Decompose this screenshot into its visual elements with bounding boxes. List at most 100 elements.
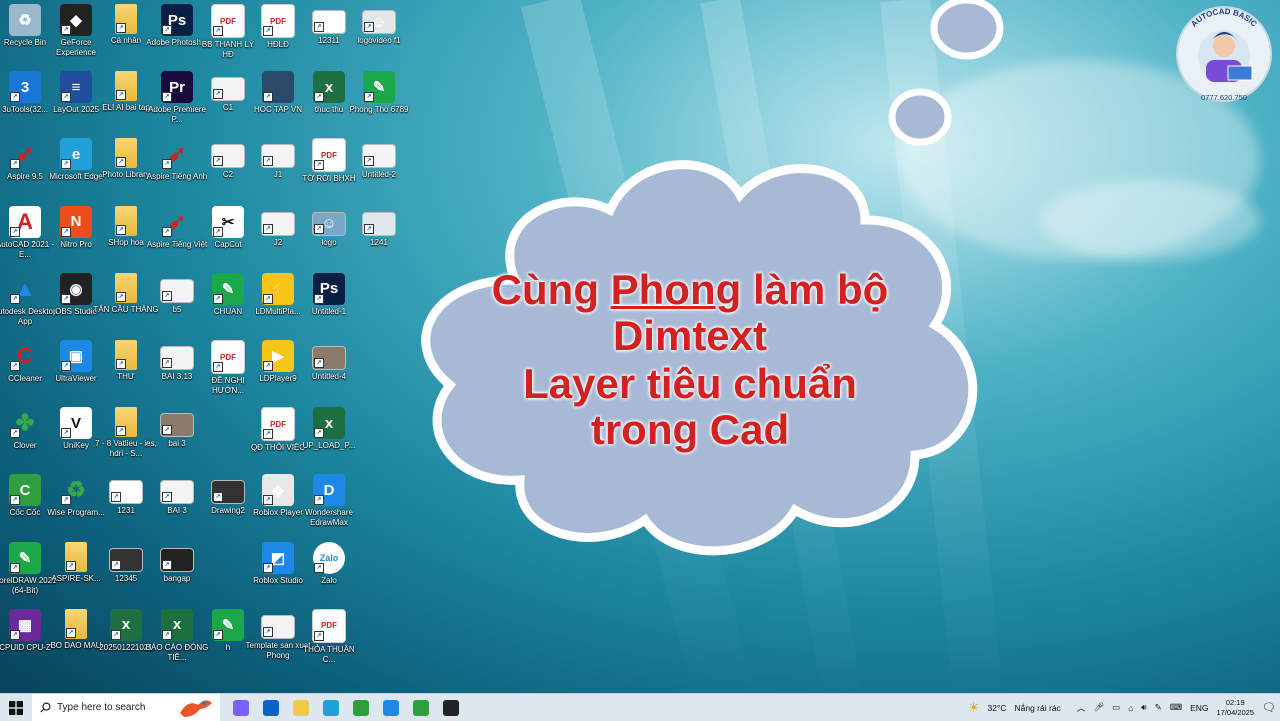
autodesk-icon: ▲ ↗ xyxy=(9,273,41,305)
recycle-bin-icon: ♻ xyxy=(9,4,41,36)
start-button[interactable] xyxy=(0,694,32,721)
shortcut-arrow-icon: ↗ xyxy=(111,629,121,640)
desktop-icon-label: UP_LOAD_P... xyxy=(302,441,356,451)
image-icon: ↗ xyxy=(211,144,245,169)
thought-bubble-top xyxy=(930,0,1004,60)
image-icon: ↗ xyxy=(261,211,295,236)
desktop-icon-label: logovideo f1 xyxy=(357,36,401,45)
obs-icon: ◉ ↗ xyxy=(60,272,92,305)
title-line-4: trong Cad xyxy=(590,406,790,453)
network-icon[interactable]: ⌂ xyxy=(1128,703,1133,713)
coccoc-icon: C ↗ xyxy=(9,474,41,507)
desktop-icon[interactable]: ↗ bai 3 xyxy=(144,407,210,449)
weather-temp[interactable]: 32°C xyxy=(988,703,1007,713)
desktop-icon-label: bai 3 xyxy=(168,439,186,449)
outlook-icon xyxy=(263,699,279,716)
microphone-icon[interactable]: 🎤︎ xyxy=(1093,702,1104,713)
shortcut-arrow-icon: ↗ xyxy=(364,92,374,103)
shortcut-arrow-icon: ↗ xyxy=(263,429,273,440)
taskbar-app-button[interactable] xyxy=(436,694,466,721)
excel-icon: x ↗ xyxy=(110,608,142,641)
taskbar-app-button[interactable] xyxy=(346,694,376,721)
volume-icon[interactable]: 🔊︎ xyxy=(1141,702,1146,713)
shortcut-arrow-icon: ↗ xyxy=(66,627,76,638)
taskbar-app-button[interactable] xyxy=(376,694,406,721)
photoshop-icon: Ps ↗ xyxy=(161,4,193,36)
desktop-icon[interactable]: Ps ↗ Untitled-1 xyxy=(296,272,362,317)
ldplayer-icon: ⚡ ↗ xyxy=(262,272,294,305)
image-icon: ↗ xyxy=(160,278,194,303)
edge-icon: e ↗ xyxy=(60,138,92,171)
folder-icon: ↗ xyxy=(115,340,137,370)
folder-icon: ↗ xyxy=(65,608,87,639)
shortcut-arrow-icon: ↗ xyxy=(61,92,71,103)
taskbar-app-button[interactable] xyxy=(286,694,316,721)
display-icon[interactable]: ▭ xyxy=(1112,702,1120,713)
shortcut-arrow-icon: ↗ xyxy=(314,495,324,506)
weather-icon[interactable]: ☀ xyxy=(968,700,980,716)
taskbar-app-button[interactable] xyxy=(406,694,436,721)
desktop-icon[interactable]: x ↗ UP_LOAD_P... xyxy=(296,407,362,451)
image-icon: ↗ xyxy=(211,77,245,102)
shortcut-arrow-icon: ↗ xyxy=(263,626,273,637)
shortcut-arrow-icon: ↗ xyxy=(111,492,121,503)
shortcut-arrow-icon: ↗ xyxy=(61,226,71,237)
thought-bubble-small xyxy=(888,88,952,146)
notification-icon[interactable]: 🗨︎ xyxy=(1262,701,1276,714)
clock[interactable]: 02:19 17/04/2025 xyxy=(1216,698,1254,718)
screen-recorder-icon xyxy=(443,699,459,716)
zalo-icon xyxy=(383,699,399,716)
desktop-icon[interactable]: ✎ ↗ Phong Tho 6789 xyxy=(346,71,412,115)
3utools-icon: 3 ↗ xyxy=(9,71,41,104)
autocad-icon: A ↗ xyxy=(9,205,41,238)
language-indicator[interactable]: ENG xyxy=(1190,703,1208,713)
ultraviewer-icon: ▣ ↗ xyxy=(60,340,92,372)
taskbar-app-button[interactable] xyxy=(226,694,256,721)
pdf-icon: PDF ↗ xyxy=(211,4,245,38)
cpuz-icon: ▦ ↗ xyxy=(9,608,41,641)
title-name-underlined: Phong xyxy=(610,266,742,313)
chevron-up-icon[interactable]: ︿ xyxy=(1077,702,1086,714)
layout-icon: ≡ ↗ xyxy=(60,71,92,104)
desktop-icon[interactable]: ↗ bangap xyxy=(144,542,210,584)
taskbar-app-button[interactable] xyxy=(316,694,346,721)
desktop-icon[interactable]: Zalo ↗ Zalo xyxy=(296,541,362,586)
coreldraw-icon: ✎ ↗ xyxy=(212,272,244,305)
desktop-icon[interactable]: ↗ Untitled-4 xyxy=(296,340,362,382)
shortcut-arrow-icon: ↗ xyxy=(263,92,273,103)
image-icon: ↗ xyxy=(211,480,245,505)
shortcut-arrow-icon: ↗ xyxy=(162,358,172,368)
shortcut-arrow-icon: ↗ xyxy=(162,159,172,170)
search-icon xyxy=(40,702,51,713)
shortcut-arrow-icon: ↗ xyxy=(314,160,324,171)
logo-phone: 0777.620.750 xyxy=(1201,93,1247,102)
keyboard-icon[interactable]: ⌨ xyxy=(1170,702,1182,713)
shortcut-arrow-icon: ↗ xyxy=(314,630,324,641)
taskbar-search-box[interactable]: Type here to search xyxy=(32,694,220,721)
desktop-icon[interactable]: D ↗ Wondershare EdrawMax xyxy=(296,474,362,528)
taskbar-app-button[interactable] xyxy=(256,694,286,721)
shortcut-arrow-icon: ↗ xyxy=(116,224,126,235)
shortcut-arrow-icon: ↗ xyxy=(10,428,20,439)
desktop-icon[interactable]: ☺ ↗ logovideo f1 xyxy=(346,4,412,46)
clover-icon: ✤ ↗ xyxy=(9,407,41,439)
shortcut-arrow-icon: ↗ xyxy=(263,361,273,371)
shortcut-arrow-icon: ↗ xyxy=(314,358,324,368)
title-line-2: Dimtext xyxy=(612,312,768,359)
shortcut-arrow-icon: ↗ xyxy=(213,226,223,237)
image-icon: ↗ xyxy=(160,346,194,370)
shortcut-arrow-icon: ↗ xyxy=(61,428,71,439)
pen-icon[interactable]: ✎ xyxy=(1155,702,1162,713)
autocad-basic-logo: AUTOCAD BASIC 0777.620.750 xyxy=(1176,6,1272,102)
pdf-icon: PDF ↗ xyxy=(261,4,295,38)
folder-icon: ↗ xyxy=(115,71,137,102)
clock-time: 02:19 xyxy=(1225,697,1245,707)
pdf-icon: PDF ↗ xyxy=(211,340,245,374)
desktop-icon[interactable]: PDF ↗ THỎA THUẬN C... xyxy=(296,608,362,665)
weather-text[interactable]: Nắng rải rác xyxy=(1015,703,1061,713)
folder-icon: ↗ xyxy=(115,138,137,169)
excel-icon: x ↗ xyxy=(313,71,345,104)
shortcut-arrow-icon: ↗ xyxy=(162,559,172,570)
shortcut-arrow-icon: ↗ xyxy=(263,26,273,36)
shortcut-arrow-icon: ↗ xyxy=(61,25,71,35)
